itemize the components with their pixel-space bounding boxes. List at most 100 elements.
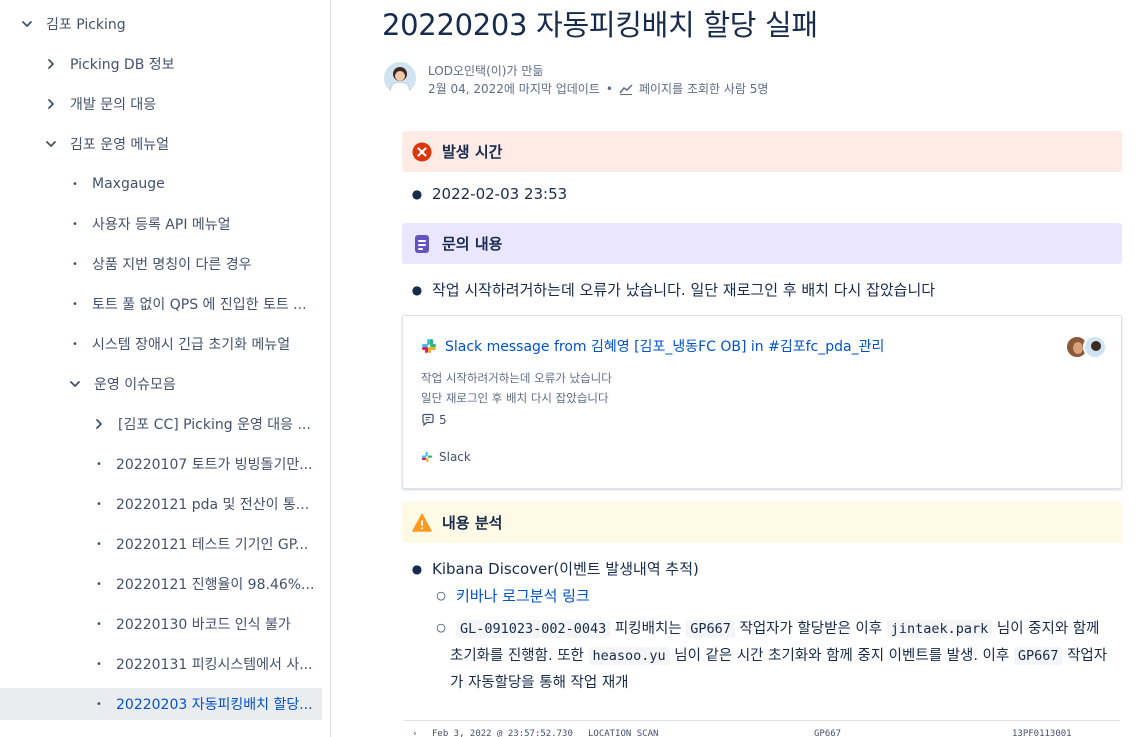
chevron-right-icon[interactable] xyxy=(92,417,106,431)
byline: LOD오인택(이)가 만듦 2월 04, 2022에 마지막 업데이트 • 페이… xyxy=(384,62,768,98)
note-panel-inquiry: 문의 내용 xyxy=(402,223,1122,264)
chevron-down-icon[interactable] xyxy=(20,17,34,31)
sidebar-tree-item[interactable]: • 토트 풀 없이 QPS 에 진입한 토트 ... xyxy=(0,288,330,320)
error-icon xyxy=(412,142,432,161)
sidebar-tree-item[interactable]: 김포 Picking xyxy=(0,8,330,40)
sidebar-tree-item[interactable]: • 20220131 피킹시스템에서 사... xyxy=(0,648,330,680)
bullet-icon: • xyxy=(96,618,102,630)
warning-panel-analysis: 내용 분석 xyxy=(402,502,1122,543)
slack-message-link[interactable]: Slack message from 김혜영 [김포_냉동FC OB] in #… xyxy=(421,336,884,356)
slack-participants xyxy=(1065,335,1107,359)
inquiry-text: 작업 시작하려거하는데 오류가 났습니다. 일단 재로그인 후 배치 다시 잡았… xyxy=(432,281,936,299)
sidebar-item-label: 상품 지번 명칭이 다른 경우 xyxy=(92,257,252,273)
sidebar-tree-item[interactable]: 운영 이슈모음 xyxy=(0,368,330,400)
sidebar-tree-item[interactable]: • 20220107 토트가 빙빙돌기만... xyxy=(0,448,330,480)
log-excerpt: › Feb 3, 2022 @ 23:57:52.730 LOCATION_SC… xyxy=(404,720,1120,737)
sidebar-tree-item[interactable]: • 시스템 장애시 긴급 초기화 메뉴얼 xyxy=(0,328,330,360)
log-event: LOCATION_SCAN xyxy=(588,729,659,737)
page-tree-sidebar: 김포 Picking Picking DB 정보개발 문의 대응김포 운영 메뉴얼… xyxy=(0,0,331,737)
analysis-line-2: 초기화를 진행함. 또한 heasoo.yu 님이 같은 시간 초기화와 함께 … xyxy=(450,644,1107,668)
reply-count: 5 xyxy=(439,413,447,427)
kibana-log-link[interactable]: 키바나 로그분석 링크 xyxy=(456,585,590,606)
analysis-text: 님이 중지와 함께 xyxy=(996,621,1100,637)
sidebar-item-label: 토트 풀 없이 QPS 에 진입한 토트 ... xyxy=(92,297,307,313)
analysis-text: 님이 같은 시간 초기화와 함께 중지 이벤트를 발생. 이후 xyxy=(674,648,1010,664)
byline-text: LOD오인택(이)가 만듦 2월 04, 2022에 마지막 업데이트 • 페이… xyxy=(428,62,768,98)
device-code: GP667 xyxy=(1013,647,1063,665)
bullet-icon: • xyxy=(72,298,78,310)
bullet-icon: • xyxy=(96,458,102,470)
sidebar-tree-item[interactable]: Picking DB 정보 xyxy=(0,48,330,80)
occurred-time: 2022-02-03 23:53 xyxy=(432,185,568,203)
page-title: 20220203 자동피킹배치 할당 실패 xyxy=(382,8,818,42)
sidebar-item-label: 20220130 바코드 인식 불가 xyxy=(116,617,291,633)
sidebar-tree-item[interactable]: • Maxgauge xyxy=(0,168,330,200)
sidebar-item-label: 20220121 진행율이 98.46%... xyxy=(116,577,315,593)
bullet-icon: • xyxy=(72,218,78,230)
chevron-right-icon[interactable] xyxy=(44,57,58,71)
analysis-text: 피킹배치는 xyxy=(614,621,682,637)
slack-message-body: 작업 시작하려거하는데 오류가 났습니다 일단 재로그인 후 배치 다시 잡았습… xyxy=(421,368,612,408)
sidebar-tree-item[interactable]: • 상품 지번 명칭이 다른 경우 xyxy=(0,248,330,280)
sidebar-item-label: [김포 CC] Picking 운영 대응 ... xyxy=(118,417,311,433)
author-line[interactable]: LOD오인택(이)가 만듦 xyxy=(428,62,768,80)
log-device: GP667 xyxy=(814,729,842,737)
slack-small-icon xyxy=(421,451,433,463)
sidebar-tree-item[interactable]: • 20220203 자동피킹배치 할당... xyxy=(0,688,322,720)
analysis-line-3: 가 자동할당을 통해 작업 재개 xyxy=(450,671,629,695)
bullet-icon: • xyxy=(96,538,102,550)
slack-message-card[interactable]: Slack message from 김혜영 [김포_냉동FC OB] in #… xyxy=(402,315,1122,489)
sidebar-tree-item[interactable]: [김포 CC] Picking 운영 대응 ... xyxy=(0,408,330,440)
sidebar-item-label: 20220131 피킹시스템에서 사... xyxy=(116,657,313,673)
page-content: 20220203 자동피킹배치 할당 실패 LOD오인택(이)가 만듦 2월 0… xyxy=(332,0,1137,737)
bullet-icon: • xyxy=(72,338,78,350)
last-updated[interactable]: 2월 04, 2022에 마지막 업데이트 xyxy=(428,80,600,98)
user-code: jintaek.park xyxy=(886,620,993,638)
slack-line: 작업 시작하려거하는데 오류가 났습니다 xyxy=(421,371,612,385)
analysis-text: 초기화를 진행함. 또한 xyxy=(450,648,584,664)
slack-source-label: Slack xyxy=(439,450,471,464)
sidebar-tree-item[interactable]: • 20220130 바코드 인식 불가 xyxy=(0,608,330,640)
list-item: ○ GL-091023-002-0043 피킹배치는 GP667 작업자가 할당… xyxy=(434,617,1099,638)
page-views[interactable]: 페이지를 조회한 사람 5명 xyxy=(639,80,768,98)
slack-logo-icon xyxy=(422,339,436,353)
bullet-icon: • xyxy=(72,178,78,190)
chevron-down-icon[interactable] xyxy=(44,137,58,151)
analysis-text: 작업자 xyxy=(1067,648,1108,664)
batch-id-code: GL-091023-002-0043 xyxy=(456,620,611,638)
list-item: ● 2022-02-03 23:53 xyxy=(411,185,568,203)
bullet-icon: • xyxy=(96,698,102,710)
bullet-icon: • xyxy=(72,258,78,270)
chevron-down-icon[interactable] xyxy=(68,377,82,391)
log-time: Feb 3, 2022 @ 23:57:52.730 xyxy=(432,729,573,737)
sidebar-item-label: 20220203 자동피킹배치 할당... xyxy=(116,697,313,713)
sidebar-item-label: 20220121 테스트 기기인 GP... xyxy=(116,537,309,553)
sidebar-item-label: Maxgauge xyxy=(92,176,165,192)
sidebar-tree-item[interactable]: • 20220121 테스트 기기인 GP... xyxy=(0,528,330,560)
note-icon xyxy=(415,234,429,253)
sidebar-tree-item[interactable]: • 20220121 pda 및 전산이 통... xyxy=(0,488,330,520)
list-item: ● 작업 시작하려거하는데 오류가 났습니다. 일단 재로그인 후 배치 다시 잡… xyxy=(411,281,936,299)
bullet-icon: • xyxy=(96,658,102,670)
expand-icon[interactable]: › xyxy=(412,729,417,737)
error-panel-occurred: 발생 시간 xyxy=(402,131,1122,172)
author-avatar[interactable] xyxy=(384,62,416,94)
sidebar-tree-item[interactable]: 김포 운영 메뉴얼 xyxy=(0,128,330,160)
panel-title: 문의 내용 xyxy=(442,235,503,253)
participant-avatar xyxy=(1083,335,1107,359)
chevron-right-icon[interactable] xyxy=(44,97,58,111)
panel-title: 내용 분석 xyxy=(442,514,503,532)
user-code: heasoo.yu xyxy=(588,647,670,665)
slack-source: Slack xyxy=(421,450,471,464)
list-item: ○ 키바나 로그분석 링크 xyxy=(436,585,590,606)
analytics-icon xyxy=(619,84,633,95)
analysis-line-1: GL-091023-002-0043 피킹배치는 GP667 작업자가 할당받은… xyxy=(456,617,1099,638)
sidebar-tree-item[interactable]: • 20220121 진행율이 98.46%... xyxy=(0,568,330,600)
sidebar-tree-item[interactable]: • 사용자 등록 API 메뉴얼 xyxy=(0,208,330,240)
sidebar-item-label: Picking DB 정보 xyxy=(70,57,175,73)
panel-title: 발생 시간 xyxy=(442,143,503,161)
sidebar-item-label: 김포 Picking xyxy=(46,17,126,33)
slack-replies[interactable]: 5 xyxy=(421,413,447,427)
sidebar-tree-item[interactable]: 개발 문의 대응 xyxy=(0,88,330,120)
slack-title-text[interactable]: Slack message from 김혜영 [김포_냉동FC OB] in #… xyxy=(445,336,884,356)
